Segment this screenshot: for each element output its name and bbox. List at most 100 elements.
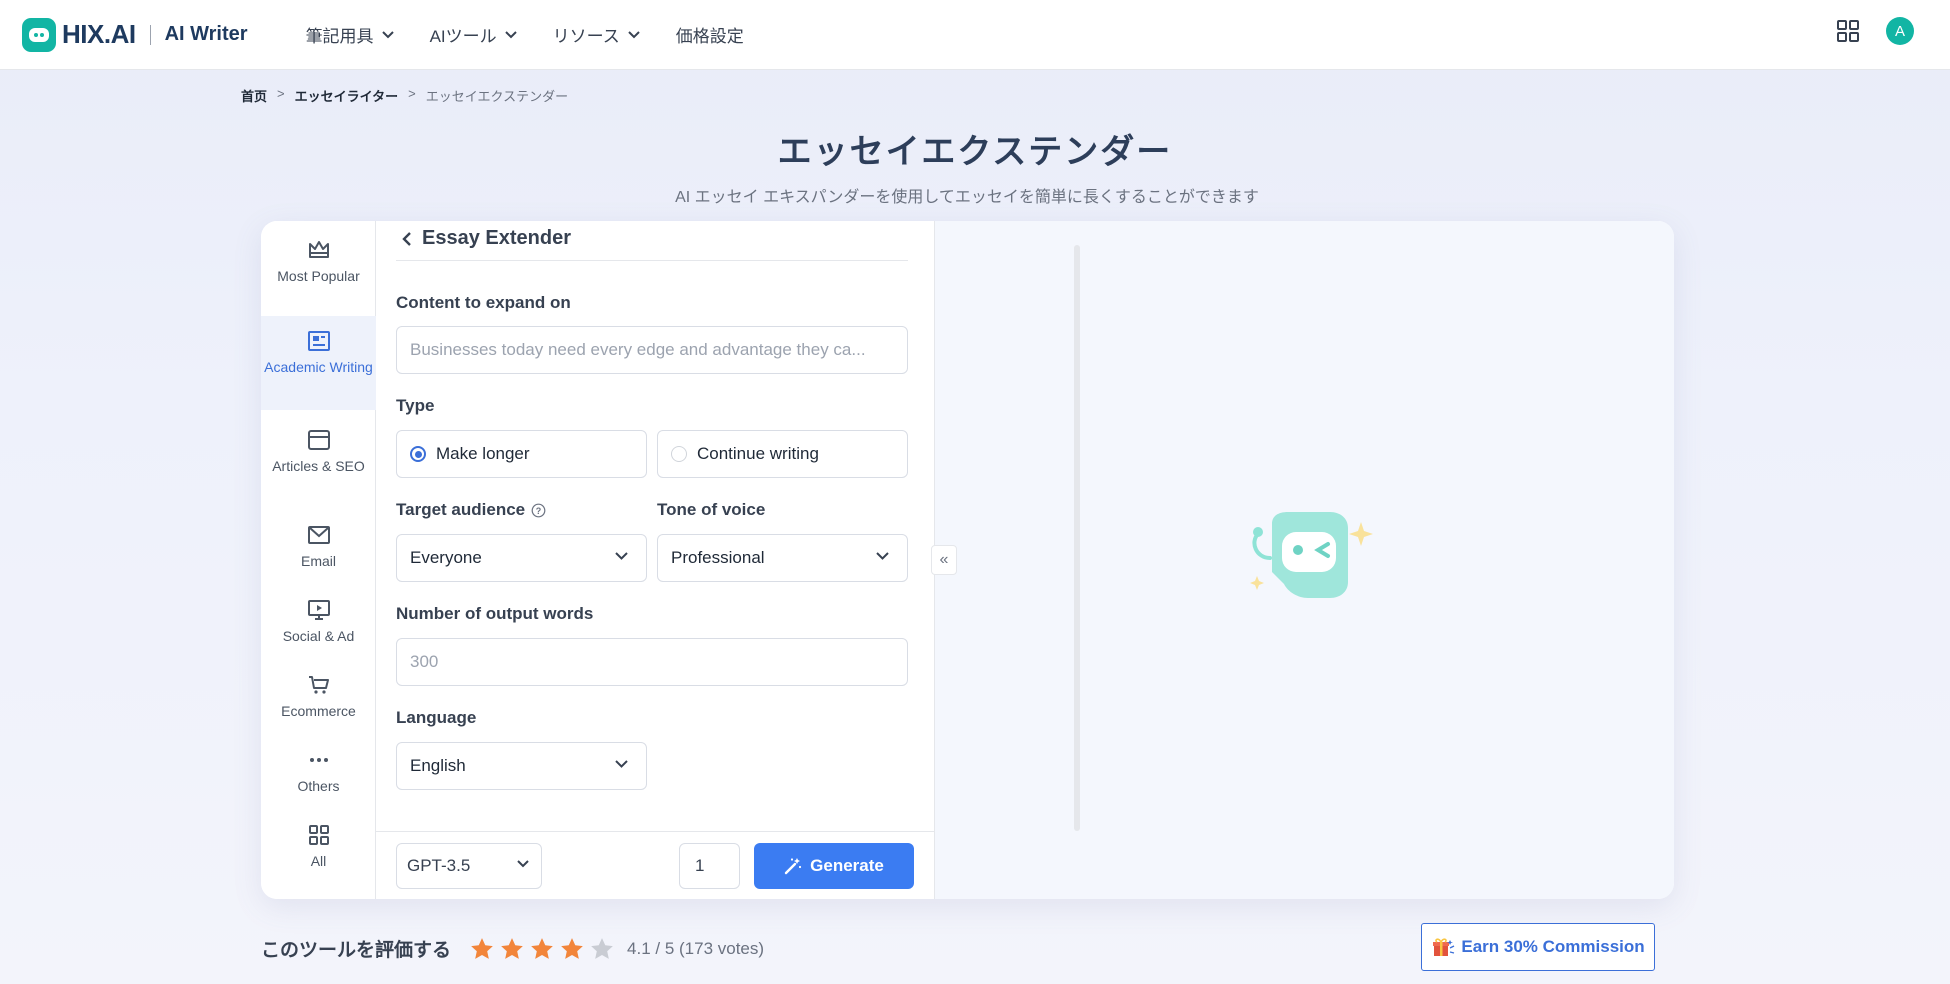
star-filled-icon[interactable] [529,936,555,962]
rating-title: このツールを評価する [261,940,452,961]
nav-label: AIツール [429,27,497,46]
form-footer: GPT-3.5 1 Generate [376,831,934,899]
category-academic-writing[interactable]: Academic Writing [261,316,376,410]
content-input[interactable]: Businesses today need every edge and adv… [396,326,908,374]
chevron-down-icon [876,552,889,560]
model-select[interactable]: GPT-3.5 [396,843,542,889]
logo[interactable]: HIX.AI AI Writer [22,17,248,52]
nav-writing-tools[interactable]: 筆記用具 [306,22,394,47]
nav-pricing[interactable]: 価格設定 [676,22,744,47]
more-icon [309,758,328,762]
audience-select[interactable]: Everyone [396,534,647,582]
tool-card: Most Popular Academic Writing Articles &… [261,221,1674,899]
category-label: All [310,853,327,869]
audience-label: Target audience ? [396,500,546,520]
tone-value: Professional [671,548,765,567]
mail-icon [307,526,330,544]
category-all[interactable]: All [261,818,376,878]
breadcrumb-separator: > [277,86,285,101]
breadcrumb-separator: > [408,86,416,101]
svg-text:?: ? [536,506,542,516]
grid-icon [308,825,329,845]
top-navbar: HIX.AI AI Writer 筆記用具 AIツール リソース 価格設定 A [0,0,1950,70]
category-others[interactable]: Others [261,743,376,803]
avatar[interactable]: A [1886,17,1914,45]
type-option-label: Continue writing [697,444,819,463]
tool-header: Essay Extender [396,227,908,261]
generate-label: Generate [810,856,884,875]
earn-label: Earn 30% Commission [1461,937,1645,956]
type-label: Type [396,396,435,415]
browser-icon [307,430,330,450]
earn-commission-button[interactable]: Earn 30% Commission [1421,923,1655,971]
nav-resources[interactable]: リソース [553,22,640,47]
audience-label-text: Target audience [396,500,526,519]
tool-form: Essay Extender Content to expand on Busi… [376,221,934,899]
category-email[interactable]: Email [261,518,376,578]
radio-unselected-icon [671,446,687,462]
radio-selected-icon [410,446,426,462]
tone-label: Tone of voice [657,500,766,519]
star-filled-icon[interactable] [469,936,495,962]
logo-divider [149,24,151,45]
category-social-ad[interactable]: Social & Ad [261,593,376,653]
gift-icon [1433,938,1455,956]
help-icon[interactable]: ? [531,503,546,518]
star-filled-icon[interactable] [499,936,525,962]
form-scrollbar[interactable] [1074,245,1080,831]
type-option-continue-writing[interactable]: Continue writing [657,430,908,478]
category-label: Articles & SEO [272,458,365,474]
chevron-down-icon [615,552,628,560]
crown-icon [308,241,329,258]
rating-score-text: 4.1 / 5 (173 votes) [627,938,765,958]
chevron-down-icon [615,760,628,768]
logo-text: HIX.AI [62,19,136,49]
category-most-popular[interactable]: Most Popular [261,231,376,311]
category-articles-seo[interactable]: Articles & SEO [261,421,376,501]
newspaper-icon [307,331,330,351]
tone-select[interactable]: Professional [657,534,908,582]
main-nav: 筆記用具 AIツール リソース 価格設定 [306,22,744,47]
apps-grid-icon[interactable] [1836,19,1860,43]
product-name: AI Writer [164,23,248,45]
category-label: Academic Writing [264,359,373,375]
category-ecommerce[interactable]: Ecommerce [261,668,376,728]
nav-label: リソース [552,27,620,46]
chevron-down-icon [504,30,517,38]
category-label: Ecommerce [281,703,356,719]
rating-section: このツールを評価する 4.1 / 5 (173 votes) [261,935,764,962]
generate-button[interactable]: Generate [754,843,914,889]
magic-wand-icon [784,858,802,875]
back-arrow-icon[interactable] [402,231,412,247]
star-filled-icon[interactable] [559,936,585,962]
page-title: エッセイエクステンダー [777,133,1173,171]
header-actions: A [1836,17,1914,45]
monitor-play-icon [307,600,330,620]
language-select[interactable]: English [396,742,647,790]
model-value: GPT-3.5 [407,856,471,875]
star-empty-icon[interactable] [589,936,615,962]
words-input[interactable]: 300 [396,638,908,686]
double-chevron-left-icon: « [939,551,949,568]
audience-value: Everyone [410,548,482,567]
breadcrumb: 首页 > エッセイライター > エッセイエクステンダー [241,86,568,105]
content-label: Content to expand on [396,293,571,312]
nav-label: 価格設定 [675,27,744,46]
robot-mascot-icon [1250,512,1373,598]
collapse-panel-button[interactable]: « [931,545,957,575]
breadcrumb-parent[interactable]: エッセイライター [295,86,398,105]
language-value: English [410,756,466,775]
category-label: Email [300,553,336,569]
nav-ai-tools[interactable]: AIツール [430,22,517,47]
type-option-make-longer[interactable]: Make longer [396,430,647,478]
chevron-down-icon [517,860,529,868]
nav-label: 筆記用具 [305,27,374,46]
tool-title: Essay Extender [422,227,571,249]
output-count-input[interactable]: 1 [679,843,740,889]
breadcrumb-home[interactable]: 首页 [241,86,267,105]
breadcrumb-current: エッセイエクステンダー [425,89,569,104]
category-sidebar: Most Popular Academic Writing Articles &… [261,221,376,899]
category-label: Most Popular [277,268,360,284]
chevron-down-icon [381,30,394,38]
page-subtitle: AI エッセイ エキスパンダーを使用してエッセイを簡単に長くすることができます [675,189,1259,206]
